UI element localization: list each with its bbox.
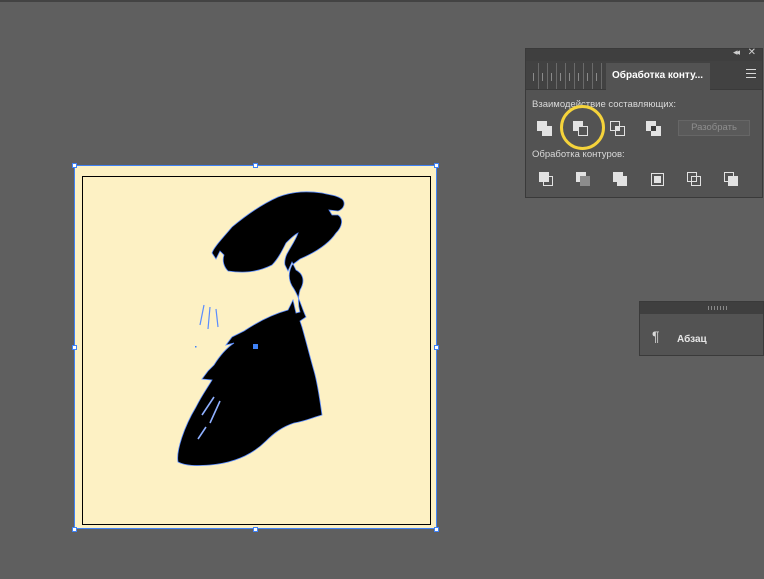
tab-pathfinder[interactable]: Обработка конту...: [606, 63, 710, 90]
anchor-point: [195, 346, 197, 348]
collapse-panel-icon[interactable]: ◂◂: [733, 47, 740, 58]
exclude-icon[interactable]: [645, 120, 663, 138]
collapsed-tab[interactable]: [539, 63, 548, 89]
collapsed-tab[interactable]: [557, 63, 566, 89]
collapsed-tabs: [530, 63, 602, 89]
paragraph-label[interactable]: Абзац: [677, 334, 707, 345]
collapsed-tab[interactable]: [584, 63, 593, 89]
merge-icon[interactable]: [612, 171, 630, 189]
intersect-icon[interactable]: [609, 120, 627, 138]
outline-icon[interactable]: [686, 171, 704, 189]
collapsed-tab[interactable]: [575, 63, 584, 89]
unite-icon[interactable]: [536, 120, 554, 138]
minus-back-icon[interactable]: [723, 171, 741, 189]
panel-titlebar[interactable]: ◂◂ ✕: [526, 47, 762, 61]
paragraph-icon[interactable]: ¶: [652, 328, 660, 344]
pathfinders-label: Обработка контуров:: [532, 149, 625, 160]
paragraph-titlebar[interactable]: [640, 302, 763, 314]
whisker-mark: [199, 304, 219, 330]
expand-button[interactable]: Разобрать: [678, 120, 750, 136]
collapsed-tab[interactable]: [548, 63, 557, 89]
divide-icon[interactable]: [538, 171, 556, 189]
highlight-circle: [560, 105, 605, 150]
collapsed-tab[interactable]: [530, 63, 539, 89]
crop-icon[interactable]: [649, 171, 667, 189]
shape-modes-label: Взаимодействие составляющих:: [532, 99, 676, 110]
panel-tabrow: Обработка конту...: [526, 61, 762, 90]
top-divider: [0, 0, 764, 2]
rabbit-silhouette[interactable]: [74, 165, 437, 529]
collapsed-tab[interactable]: [566, 63, 575, 89]
trim-icon[interactable]: [575, 171, 593, 189]
collapsed-tab[interactable]: [593, 63, 602, 89]
silhouette-shape: [177, 191, 345, 466]
panel-menu-icon[interactable]: [746, 69, 756, 79]
paragraph-panel: ¶ Абзац: [639, 301, 764, 356]
drag-grip-icon[interactable]: [708, 306, 728, 310]
close-panel-icon[interactable]: ✕: [748, 47, 756, 58]
anchor-point: [253, 344, 258, 349]
